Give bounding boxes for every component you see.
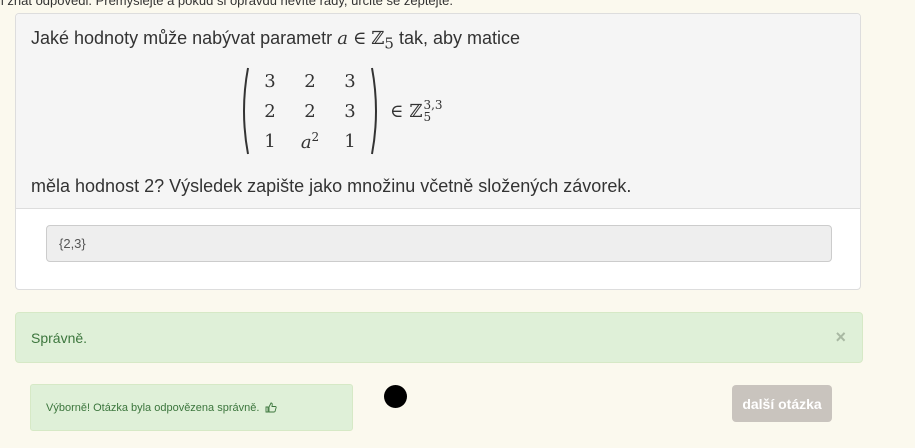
question-intro: Jaké hodnoty může nabývat parametr a ∈ ℤ…	[31, 28, 520, 53]
matrix-cell: 1	[264, 130, 276, 152]
feedback-text: Výborně! Otázka byla odpovězena správně.	[46, 402, 260, 414]
matrix-set: ∈ ℤ 3,3 5	[390, 99, 443, 123]
param-symbol: a	[337, 28, 348, 49]
right-paren	[370, 66, 382, 156]
left-paren	[238, 66, 250, 156]
matrix: 3 2 3 2 2 3 1 a2 1 ∈ ℤ 3,3 5	[238, 66, 443, 156]
matrix-set-subscript: 5	[423, 110, 432, 124]
success-alert-text: Správně.	[31, 330, 88, 346]
question-intro-text: Jaké hodnoty může nabývat parametr	[31, 28, 333, 48]
set-subscript: 5	[384, 34, 394, 53]
set-symbol: ℤ	[371, 28, 385, 49]
matrix-cell: 2	[304, 70, 316, 92]
question-heading: Jaké hodnoty může nabývat parametr a ∈ ℤ…	[16, 14, 860, 209]
question-panel: Jaké hodnoty může nabývat parametr a ∈ ℤ…	[15, 13, 861, 290]
matrix-cell-param: a2	[301, 130, 319, 153]
matrix-set-symbol: ℤ	[409, 100, 423, 122]
feedback-message: Výborně! Otázka byla odpovězena správně.	[30, 384, 353, 431]
question-intro-tail: tak, aby matice	[398, 28, 521, 48]
answer-area	[16, 209, 860, 278]
matrix-cell: 3	[344, 70, 356, 92]
question-end-text: měla hodnost 2? Výsledek zapište jako mn…	[31, 176, 632, 196]
matrix-cell: 3	[344, 100, 356, 122]
matrix-param: a	[300, 131, 312, 153]
instructions-text: il znát odpovědi. Přemýšlejte a pokud si…	[0, 0, 454, 8]
matrix-grid: 3 2 3 2 2 3 1 a2 1	[250, 66, 370, 156]
cursor-dot	[384, 385, 407, 408]
matrix-cell: 3	[264, 70, 276, 92]
answer-input[interactable]	[46, 225, 832, 262]
matrix-in-symbol: ∈	[390, 100, 404, 122]
success-alert: Správně. ×	[15, 312, 863, 363]
next-question-button[interactable]: další otázka	[732, 385, 832, 422]
in-symbol: ∈	[352, 28, 367, 49]
matrix-set-scripts: 3,3 5	[423, 99, 442, 123]
matrix-cell: 2	[264, 100, 276, 122]
matrix-cell: 1	[344, 130, 356, 152]
matrix-cell: 2	[304, 100, 316, 122]
matrix-param-exponent: 2	[311, 129, 320, 144]
thumbs-up-icon	[265, 402, 278, 416]
close-icon[interactable]: ×	[835, 327, 846, 348]
